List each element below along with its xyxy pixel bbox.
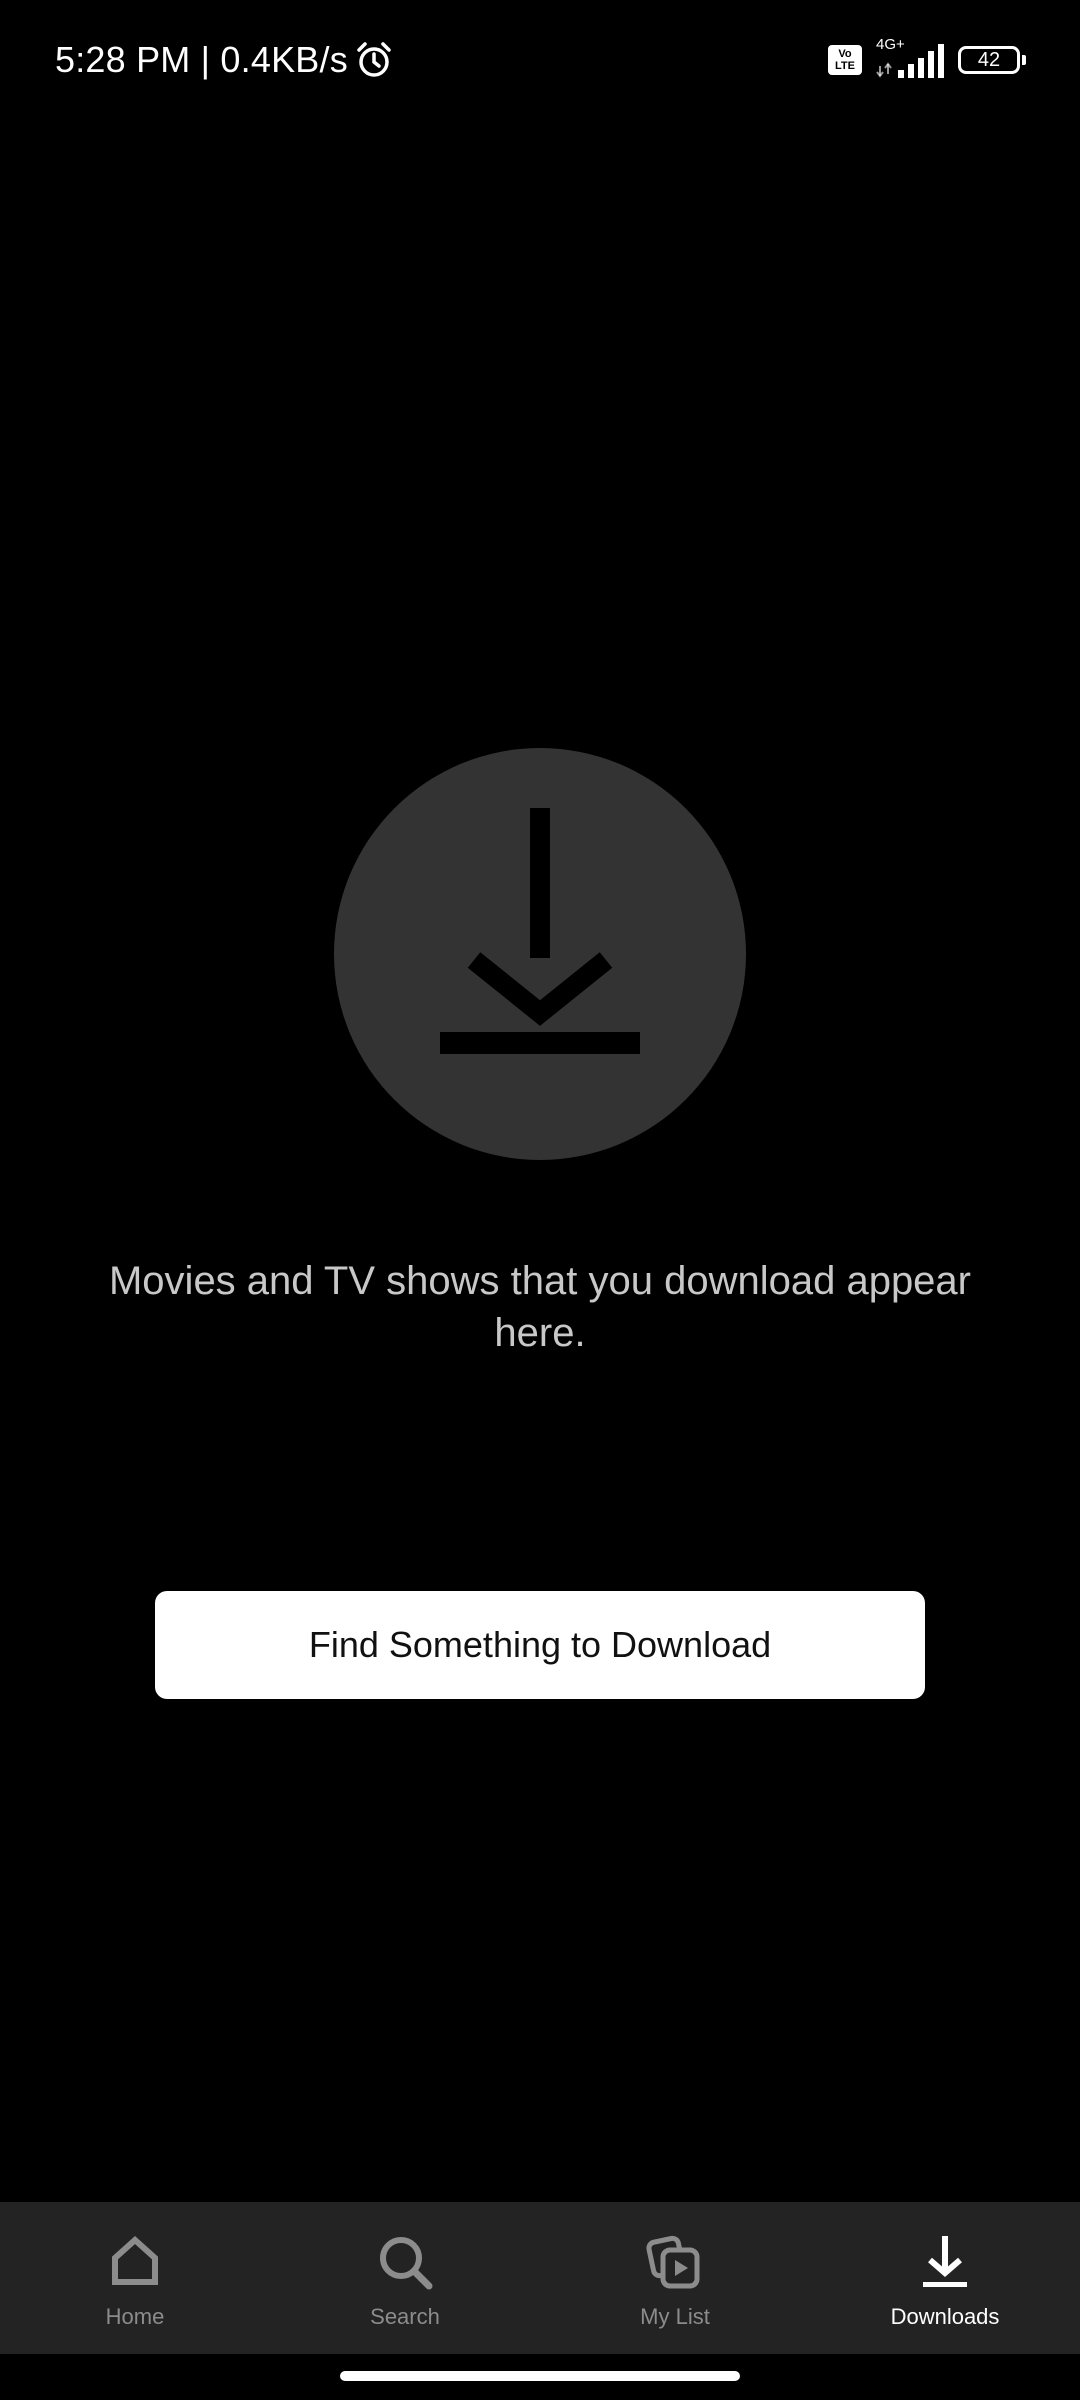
download-icon — [923, 2236, 967, 2287]
battery-icon: 42 — [958, 46, 1026, 74]
volte-bottom: LTE — [835, 60, 855, 72]
status-right: Vo LTE 4G+ 42 — [828, 36, 1026, 80]
search-icon — [380, 2237, 433, 2290]
bottom-nav: Home Search My List Downloads — [0, 2202, 1080, 2354]
status-left: 5:28 PM | 0.4KB/s — [55, 36, 394, 84]
find-something-to-download-button[interactable]: Find Something to Download — [155, 1591, 925, 1699]
status-time-speed: 5:28 PM | 0.4KB/s — [55, 39, 348, 80]
battery-level: 42 — [977, 48, 1001, 71]
my-list-icon — [646, 2235, 700, 2289]
home-icon — [112, 2235, 158, 2285]
status-bar: 5:28 PM | 0.4KB/s Vo LTE 4G+ 42 — [0, 0, 1080, 120]
nav-label-home: Home — [105, 2304, 165, 2329]
nav-item-search[interactable]: Search — [270, 2202, 540, 2354]
nav-item-downloads[interactable]: Downloads — [810, 2202, 1080, 2354]
volte-badge: Vo LTE — [828, 45, 862, 75]
download-illustration — [334, 748, 746, 1160]
nav-label-my-list: My List — [640, 2304, 710, 2329]
volte-top: Vo — [838, 48, 852, 60]
nav-label-search: Search — [370, 2304, 440, 2329]
nav-label-downloads: Downloads — [890, 2304, 1000, 2329]
signal-icon: 4G+ — [874, 36, 946, 80]
nav-item-home[interactable]: Home — [0, 2202, 270, 2354]
home-indicator[interactable] — [340, 2371, 740, 2381]
empty-state-message: Movies and TV shows that you download ap… — [108, 1259, 971, 1355]
download-icon — [440, 808, 640, 1054]
alarm-icon — [354, 40, 394, 80]
nav-item-my-list[interactable]: My List — [540, 2202, 810, 2354]
